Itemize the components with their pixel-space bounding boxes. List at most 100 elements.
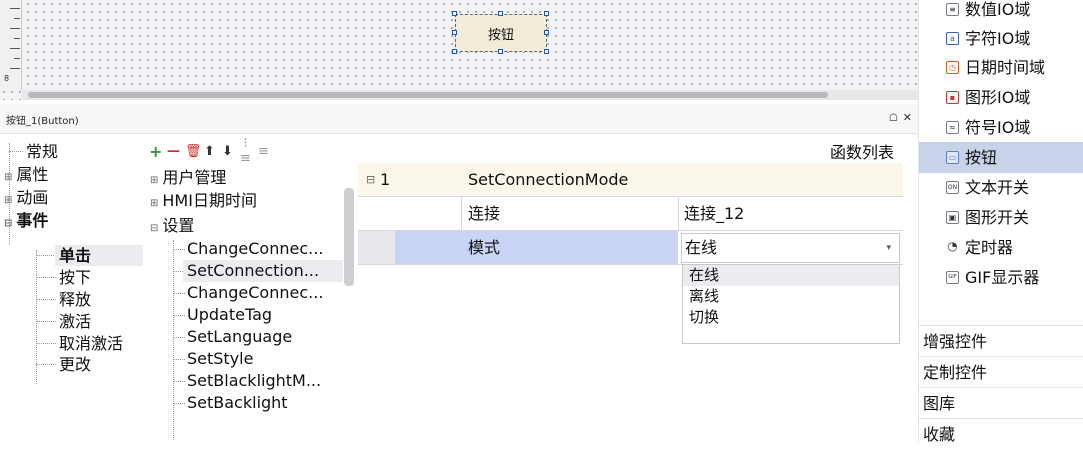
resize-handle[interactable] bbox=[544, 49, 549, 54]
event-label: 取消激活 bbox=[59, 334, 124, 353]
function-item[interactable]: ChangeConnec... bbox=[187, 282, 323, 304]
section-library[interactable]: 图库 bbox=[919, 387, 1083, 418]
group-label: 设置 bbox=[162, 216, 195, 235]
toolbox-item-label: 日期时间域 bbox=[965, 58, 1046, 77]
mode-select-value: 在线 bbox=[685, 238, 718, 257]
scrollbar-thumb[interactable] bbox=[28, 92, 828, 98]
numeric-io-icon: ≡ bbox=[946, 3, 959, 16]
event-label: 更改 bbox=[59, 355, 92, 374]
toolbox-item-label: 图形IO域 bbox=[965, 88, 1031, 107]
expand-icon[interactable]: ⊞ bbox=[150, 198, 158, 209]
vertical-scrollbar[interactable] bbox=[344, 188, 354, 286]
collapse-icon[interactable]: ⊟ bbox=[150, 223, 158, 234]
function-item[interactable]: UpdateTag bbox=[187, 304, 272, 326]
resize-handle[interactable] bbox=[498, 49, 503, 54]
resize-handle[interactable] bbox=[544, 11, 549, 16]
button-icon: ▭ bbox=[946, 151, 959, 164]
function-group-user-management[interactable]: ⊞ 用户管理 bbox=[150, 167, 226, 189]
event-label: 按下 bbox=[59, 268, 92, 287]
function-item[interactable]: SetBlacklightM... bbox=[187, 370, 321, 392]
resize-handle[interactable] bbox=[452, 11, 457, 16]
function-item[interactable]: SetBacklight bbox=[187, 392, 288, 414]
toolbox-item-numeric-io[interactable]: ≡ 数值IO域 bbox=[919, 0, 1083, 25]
section-custom-controls[interactable]: 定制控件 bbox=[919, 356, 1083, 387]
move-up-icon[interactable]: ⬆ bbox=[203, 144, 216, 159]
param-value[interactable]: 连接_12 bbox=[684, 197, 744, 231]
event-click[interactable]: 单击 bbox=[55, 245, 143, 266]
button-widget-label: 按钮 bbox=[487, 27, 514, 43]
toolbox-item-graphic-io[interactable]: ▪ 图形IO域 bbox=[919, 82, 1083, 113]
event-label: 单击 bbox=[59, 246, 92, 265]
ruler-number: 8 bbox=[4, 74, 10, 83]
toolbox-item-graphic-switch[interactable]: ▣ 图形开关 bbox=[919, 202, 1083, 233]
toolbox-item-label: 数值IO域 bbox=[965, 0, 1031, 19]
toolbox-item-timer[interactable]: ◔ 定时器 bbox=[919, 232, 1083, 263]
design-canvas[interactable]: 8 按钮 bbox=[0, 0, 918, 100]
category-properties[interactable]: ⊞ 属性 bbox=[4, 164, 48, 185]
collapse-icon[interactable]: ⊟ bbox=[4, 218, 12, 229]
event-press[interactable]: 按下 bbox=[59, 267, 91, 288]
toolbox-item-symbol-io[interactable]: ≈ 符号IO域 bbox=[919, 112, 1083, 143]
dropdown-option-online[interactable]: 在线 bbox=[683, 265, 899, 286]
remove-icon[interactable]: — bbox=[167, 144, 180, 159]
toolbox-item-label: 字符IO域 bbox=[965, 29, 1031, 48]
toolbox-item-datetime[interactable]: ◷ 日期时间域 bbox=[919, 52, 1083, 83]
expand-icon[interactable]: ⊞ bbox=[4, 195, 12, 206]
section-favorites[interactable]: 收藏 bbox=[919, 418, 1083, 449]
resize-handle[interactable] bbox=[452, 49, 457, 54]
function-item[interactable]: SetLanguage bbox=[187, 326, 292, 348]
function-group-hmi-datetime[interactable]: ⊞ HMI日期时间 bbox=[150, 190, 257, 212]
mode-select[interactable]: 在线 ▾ bbox=[681, 233, 900, 263]
horizontal-scrollbar[interactable] bbox=[22, 90, 918, 100]
event-deactivate[interactable]: 取消激活 bbox=[59, 333, 123, 354]
group-label: 用户管理 bbox=[162, 168, 227, 187]
dropdown-option-toggle[interactable]: 切换 bbox=[683, 307, 899, 328]
toolbox-item-char-io[interactable]: a 字符IO域 bbox=[919, 23, 1083, 54]
dropdown-option-offline[interactable]: 离线 bbox=[683, 286, 899, 307]
timer-icon: ◔ bbox=[946, 239, 959, 254]
toolbox-item-label: 图形开关 bbox=[965, 208, 1030, 227]
outdent-icon[interactable]: ≡ bbox=[257, 144, 270, 159]
function-label: SetBlacklightM... bbox=[187, 371, 322, 390]
resize-handle[interactable] bbox=[452, 30, 457, 35]
graphic-io-icon: ▪ bbox=[946, 91, 959, 104]
event-activate[interactable]: 激活 bbox=[59, 311, 91, 332]
category-animation[interactable]: ⊞ 动画 bbox=[4, 187, 48, 208]
toolbox-item-text-switch[interactable]: ON 文本开关 bbox=[919, 172, 1083, 203]
chevron-down-icon[interactable]: ▾ bbox=[886, 231, 891, 265]
mode-dropdown-list: 在线 离线 切换 bbox=[682, 264, 900, 344]
param-row-connection[interactable]: 连接 连接_12 bbox=[358, 197, 903, 231]
toolbox-item-label: GIF显示器 bbox=[965, 268, 1040, 287]
add-icon[interactable]: + bbox=[149, 142, 162, 161]
section-enhanced-controls[interactable]: 增强控件 bbox=[919, 325, 1083, 356]
function-label: SetBacklight bbox=[187, 393, 288, 412]
category-general[interactable]: 常规 bbox=[26, 141, 58, 162]
event-release[interactable]: 释放 bbox=[59, 289, 91, 310]
category-tree: 常规 ⊞ 属性 ⊞ 动画 ⊟ 事件 单击 按下 释放 激活 取消激活 更改 bbox=[0, 135, 145, 443]
collapse-icon[interactable]: ⊟ bbox=[366, 163, 375, 197]
toolbox-item-button[interactable]: ▭ 按钮 bbox=[919, 142, 1083, 173]
resize-handle[interactable] bbox=[498, 11, 503, 16]
category-events[interactable]: ⊟ 事件 bbox=[4, 210, 48, 231]
function-item[interactable]: SetConnection... bbox=[183, 260, 343, 282]
function-item[interactable]: SetStyle bbox=[187, 348, 253, 370]
function-group-settings[interactable]: ⊟ 设置 bbox=[150, 215, 194, 237]
expand-icon[interactable]: ⊞ bbox=[150, 175, 158, 186]
function-item[interactable]: ChangeConnec... bbox=[187, 238, 323, 260]
function-header-row[interactable]: ⊟ 1 SetConnectionMode bbox=[358, 163, 903, 197]
expand-icon[interactable]: ⊞ bbox=[4, 172, 12, 183]
function-label: ChangeConnec... bbox=[187, 239, 324, 258]
symbol-io-icon: ≈ bbox=[946, 121, 959, 134]
param-row-mode[interactable]: 模式 在线 ▾ bbox=[358, 231, 903, 265]
button-widget[interactable]: 按钮 bbox=[455, 14, 547, 52]
event-change[interactable]: 更改 bbox=[59, 354, 91, 375]
close-icon[interactable]: ✕ bbox=[903, 111, 912, 124]
resize-handle[interactable] bbox=[544, 30, 549, 35]
move-down-icon[interactable]: ⬇ bbox=[221, 144, 234, 159]
text-switch-icon: ON bbox=[946, 181, 959, 194]
pin-icon[interactable]: ᗝ bbox=[889, 113, 897, 124]
function-label: SetStyle bbox=[187, 349, 254, 368]
delete-icon[interactable]: 🗑 bbox=[185, 144, 202, 159]
toolbox-item-gif[interactable]: GIF GIF显示器 bbox=[919, 262, 1083, 293]
function-toolbar: + — 🗑 ⬆ ⬇ ⁝≡ ≡ bbox=[149, 136, 270, 166]
